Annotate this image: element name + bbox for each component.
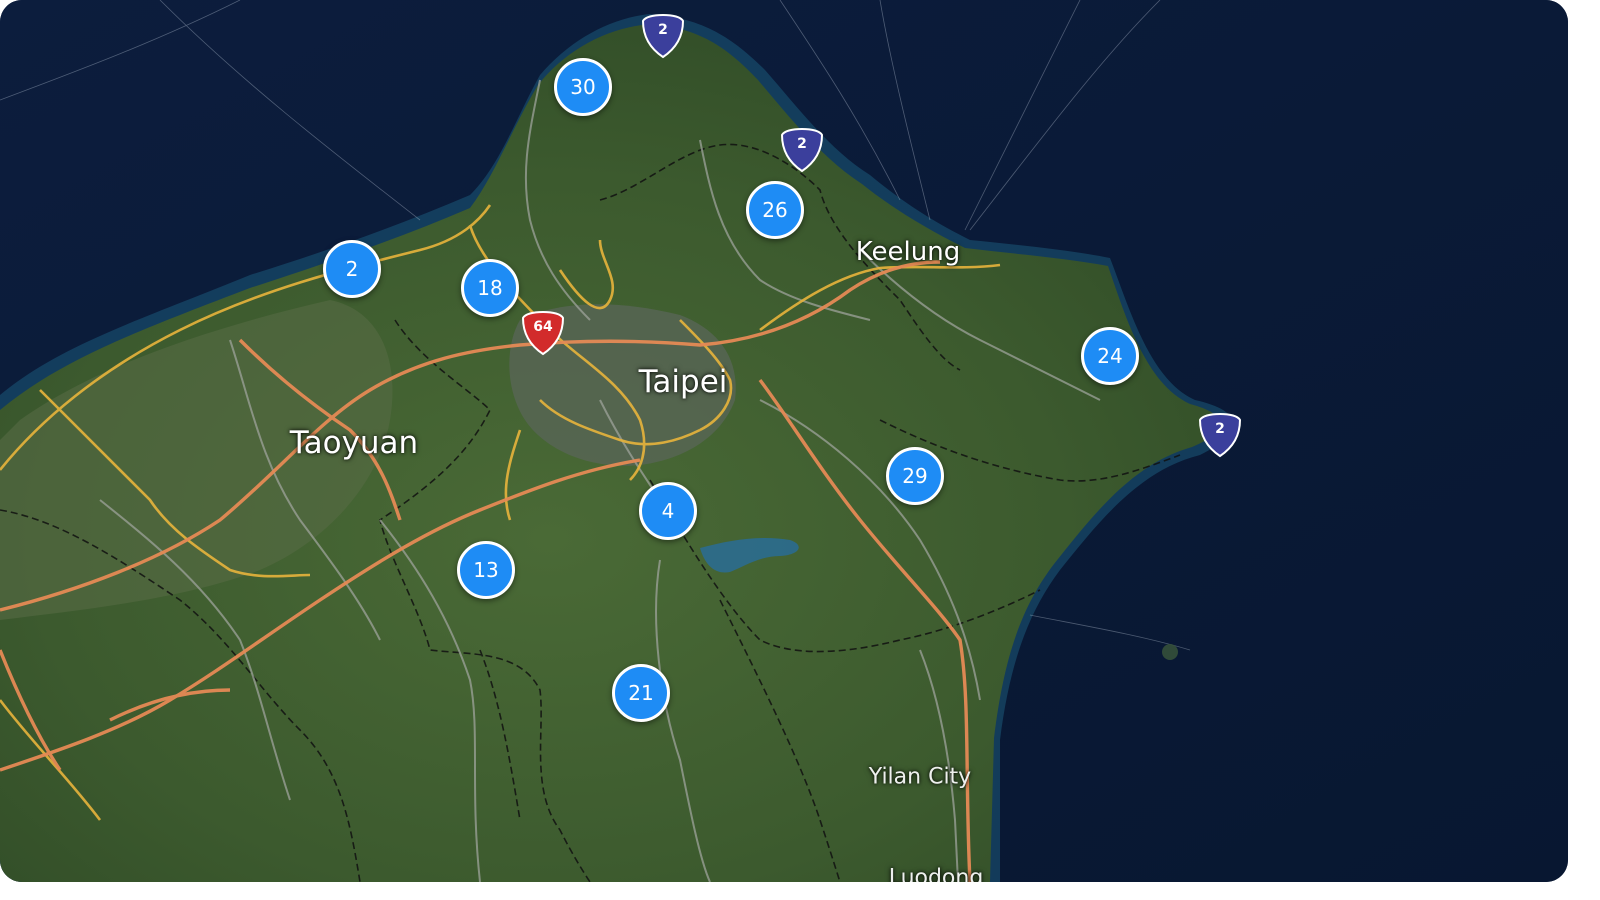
cluster-marker[interactable]: 29 xyxy=(886,447,944,505)
route-shield-2[interactable]: 2 xyxy=(641,13,685,59)
route-number: 2 xyxy=(797,136,807,152)
map-view[interactable]: Taipei Taoyuan Keelung Yilan City Luodon… xyxy=(0,0,1568,882)
route-shield-2[interactable]: 2 xyxy=(1198,412,1242,458)
cluster-marker[interactable]: 26 xyxy=(746,181,804,239)
city-label-luodong: Luodong xyxy=(888,865,984,883)
city-label-keelung: Keelung xyxy=(855,237,961,267)
cluster-count: 13 xyxy=(473,558,499,582)
city-label-taipei: Taipei xyxy=(638,364,728,400)
route-number: 2 xyxy=(1215,421,1225,437)
cluster-count: 24 xyxy=(1097,344,1123,368)
cluster-count: 21 xyxy=(628,681,654,705)
cluster-marker[interactable]: 13 xyxy=(457,541,515,599)
cluster-marker[interactable]: 30 xyxy=(554,58,612,116)
route-number: 64 xyxy=(533,319,553,335)
cluster-marker[interactable]: 24 xyxy=(1081,327,1139,385)
cluster-count: 2 xyxy=(345,257,359,281)
route-shield-2[interactable]: 2 xyxy=(780,127,824,173)
cluster-marker[interactable]: 21 xyxy=(612,664,670,722)
cluster-marker[interactable]: 4 xyxy=(639,482,697,540)
city-label-yilan-city: Yilan City xyxy=(868,764,972,790)
cluster-count: 30 xyxy=(570,75,596,99)
islet xyxy=(1162,644,1178,660)
route-number: 2 xyxy=(658,22,668,38)
route-shield-64[interactable]: 64 xyxy=(521,310,565,356)
city-label-taoyuan: Taoyuan xyxy=(289,425,419,461)
cluster-count: 4 xyxy=(661,499,675,523)
cluster-marker[interactable]: 18 xyxy=(461,259,519,317)
cluster-count: 29 xyxy=(902,464,928,488)
cluster-count: 26 xyxy=(762,198,788,222)
cluster-count: 18 xyxy=(477,276,503,300)
cluster-marker[interactable]: 2 xyxy=(323,240,381,298)
